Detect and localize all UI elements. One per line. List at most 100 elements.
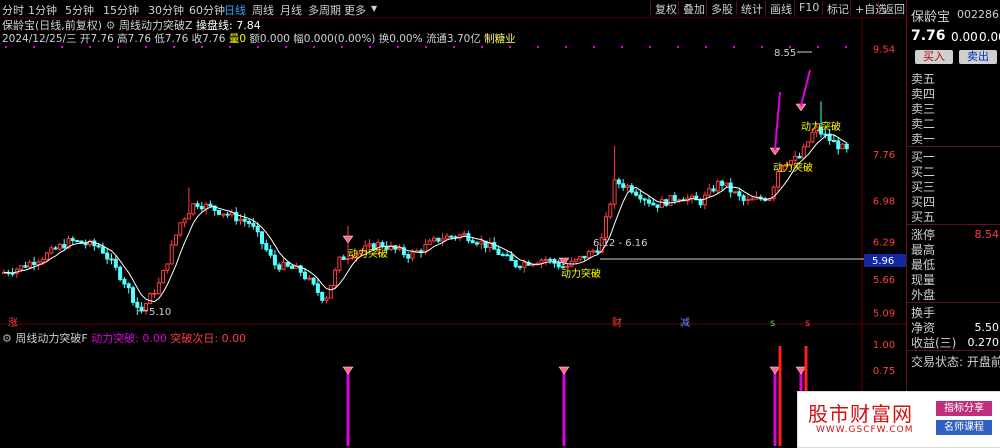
subchart-tick-label: 1.00 [873, 340, 895, 351]
eps-value: 0.270 [967, 336, 1000, 349]
candle-body [500, 253, 505, 256]
signal-dot [144, 45, 148, 49]
candle-body [582, 255, 587, 259]
candle-body [122, 278, 127, 285]
buy-button[interactable]: 买入 [915, 50, 953, 64]
signal-label: 动力突破 [348, 247, 388, 260]
series2-label: 突破次日: [170, 332, 219, 345]
signal-dot [368, 45, 372, 49]
watermark-url: WWW.GSCFW.COM [816, 425, 914, 435]
candle-body [801, 146, 806, 159]
candle-body [36, 261, 41, 266]
signal-dot [200, 45, 204, 49]
candle-body [161, 269, 166, 284]
current-price-label: 5.96 [872, 256, 894, 267]
candle-body [505, 254, 510, 257]
candle-body [191, 203, 196, 215]
candle-body [208, 203, 213, 207]
candle-body [513, 260, 518, 268]
eps-label: 收益(三) [911, 336, 957, 350]
signal-bar [562, 372, 566, 446]
candle-body [406, 254, 411, 259]
signal-dot [508, 45, 512, 49]
signal-dot [424, 45, 428, 49]
candle-body [750, 198, 755, 201]
candle-body [475, 242, 479, 245]
price-change: 0.00 [951, 30, 978, 44]
y-axis-tick-label: 5.66 [873, 275, 895, 286]
candle-body [397, 247, 402, 250]
signal-dot [32, 45, 36, 49]
signal-label: 动力突破 [773, 161, 813, 174]
candle-body [690, 195, 694, 199]
candle-body [616, 179, 621, 185]
candle-body [664, 199, 669, 206]
signal-bar [346, 372, 350, 446]
candle-body [143, 303, 148, 311]
candle-body [131, 287, 135, 303]
candle-body [659, 199, 664, 208]
candle-body [444, 235, 449, 240]
signal-dot [452, 45, 456, 49]
subchart-title[interactable]: 周线动力突破F [15, 332, 87, 345]
candle-body [647, 199, 651, 204]
candle-body [337, 256, 342, 271]
candle-body [479, 240, 484, 245]
signal-dot [284, 45, 288, 49]
candle-body [23, 265, 28, 268]
candle-body [255, 225, 260, 233]
candle-body [113, 258, 118, 268]
candle-body [831, 139, 836, 142]
candle-body [169, 244, 174, 265]
signal-label: 动力突破 [561, 267, 601, 280]
signal-dot [116, 45, 120, 49]
signal-dot [760, 45, 764, 49]
candle-body [608, 203, 613, 218]
candle-body [844, 143, 849, 150]
y-axis-tick-label: 6.29 [873, 237, 895, 248]
candle-body [49, 247, 54, 254]
teacher-course-tag[interactable]: 名师课程 [936, 420, 992, 435]
candle-body [561, 266, 565, 269]
y-axis-tick-label: 7.76 [873, 150, 895, 161]
candle-body [148, 293, 153, 305]
signal-dot [592, 45, 596, 49]
operate-line [3, 134, 848, 303]
candle-body [139, 306, 144, 311]
ask-1: 卖一 [911, 132, 936, 146]
candle-body [612, 179, 617, 205]
candle-body [737, 191, 742, 197]
candle-body [277, 264, 282, 270]
candle-body [264, 242, 269, 251]
candle-body [221, 213, 226, 216]
kline-chart[interactable]: 5.108.556.12 - 6.16动力突破动力突破动力突破动力突破涨财减 s s… [0, 0, 906, 446]
candle-body [724, 182, 729, 186]
candle-body [19, 265, 24, 270]
candle-body [32, 261, 37, 266]
signal-dot [228, 45, 232, 49]
series2-value: 0.00 [221, 332, 247, 345]
settings-icon[interactable]: ⚙ [2, 332, 12, 345]
candle-body [109, 258, 114, 261]
candle-body [539, 259, 544, 264]
signal-dot [844, 45, 848, 49]
candle-body [320, 291, 325, 301]
candle-body [156, 282, 161, 294]
divider [907, 350, 1000, 351]
next-day-bar [778, 346, 782, 446]
candle-body [96, 245, 101, 248]
signal-dot [704, 45, 708, 49]
sell-button[interactable]: 卖出 [959, 50, 997, 64]
high-label: 8.55 [774, 48, 796, 59]
low-label: 5.10 [149, 307, 171, 318]
candle-body [238, 218, 243, 222]
signal-dot [312, 45, 316, 49]
indicator-share-tag[interactable]: 指标分享 [936, 401, 992, 416]
net-asset-value: 5.50 [974, 321, 1000, 334]
candle-body [522, 261, 527, 268]
candle-body [260, 231, 264, 244]
candle-body [303, 271, 307, 280]
candle-body [204, 203, 209, 210]
price-change-pct: 0.00% [979, 30, 1000, 44]
signal-marker [342, 235, 354, 244]
